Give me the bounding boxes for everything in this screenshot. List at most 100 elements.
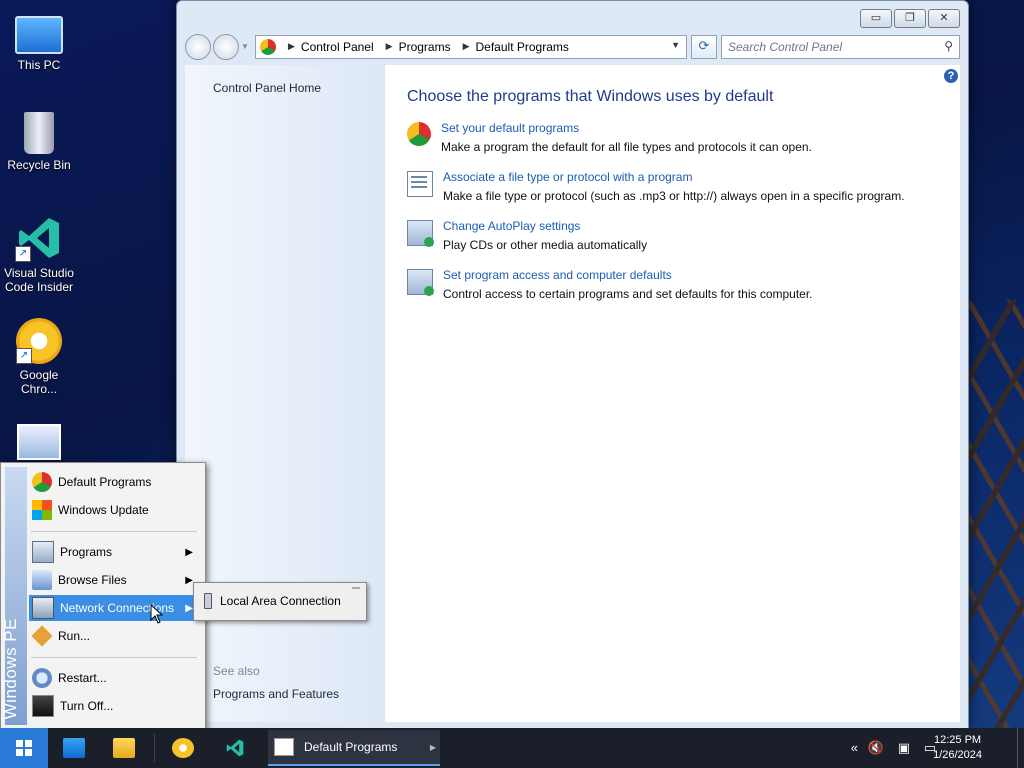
autoplay-settings-link[interactable]: Change AutoPlay settings xyxy=(443,219,647,233)
menu-item-label: Windows Update xyxy=(58,503,149,517)
desktop-icon-this-pc[interactable]: This PC xyxy=(4,8,74,72)
task-description: Play CDs or other media automatically xyxy=(443,238,648,252)
volume-muted-icon[interactable]: 🔇 xyxy=(868,740,884,756)
program-access-link[interactable]: Set program access and computer defaults xyxy=(443,268,813,282)
chrome-taskbar-icon[interactable] xyxy=(172,738,194,758)
menu-item-network-connections[interactable]: Network Connections ▶ xyxy=(29,595,199,621)
desktop-icon-label: This PC xyxy=(17,58,61,72)
chevron-right-icon: ▶ xyxy=(462,41,470,51)
control-panel-window-icon xyxy=(274,738,294,756)
vscode-taskbar-icon[interactable] xyxy=(224,738,246,758)
menu-item-restart[interactable]: Restart... xyxy=(29,665,199,691)
clock-date: 1/26/2024 xyxy=(933,749,982,761)
start-menu-band: Windows PE xyxy=(1,467,27,725)
show-desktop-button[interactable] xyxy=(1017,728,1024,768)
breadcrumb-default-programs[interactable]: Default Programs xyxy=(476,40,569,54)
chevron-right-icon: ▶ xyxy=(385,41,393,51)
menu-separator xyxy=(31,657,197,658)
run-icon xyxy=(31,625,53,647)
taskbar: Default Programs ▶ « 🔇 ▣ ▭ 12:25 PM 1/26… xyxy=(0,728,1024,768)
help-icon[interactable]: ? xyxy=(944,69,958,83)
menu-separator xyxy=(31,531,197,532)
autoplay-icon xyxy=(407,220,434,247)
desktop-icon-partial[interactable] xyxy=(4,424,74,464)
restore-icon: ❐ xyxy=(905,12,915,24)
vscode-icon: ↗ xyxy=(15,214,63,262)
chevron-right-icon: ▶ xyxy=(288,41,295,51)
menu-item-browse-files[interactable]: Browse Files ▶ xyxy=(29,567,199,593)
menu-item-windows-update[interactable]: Windows Update xyxy=(29,497,199,523)
menu-item-label: Run... xyxy=(58,629,91,643)
windows-logo-icon xyxy=(16,740,32,756)
address-bar[interactable]: ▶ Control Panel ▶ Programs ▶ Default Pro… xyxy=(255,34,687,59)
control-panel-home-link[interactable]: Control Panel Home xyxy=(213,81,321,95)
file-explorer-icon[interactable] xyxy=(113,738,135,758)
file-association-icon xyxy=(407,171,433,197)
refresh-button[interactable]: ⟳ xyxy=(691,34,717,59)
associate-file-type-link[interactable]: Associate a file type or protocol with a… xyxy=(443,170,905,184)
breadcrumb-programs[interactable]: Programs xyxy=(399,40,451,54)
see-also-label: See also xyxy=(213,664,260,678)
computer-icon xyxy=(15,16,63,54)
main-pane: ? Choose the programs that Windows uses … xyxy=(385,65,960,722)
shortcut-arrow-icon: ↗ xyxy=(15,246,31,262)
restart-icon xyxy=(32,668,52,688)
menu-item-run[interactable]: Run... xyxy=(29,623,199,649)
left-pane: Control Panel Home See also Programs and… xyxy=(185,65,385,722)
recycle-bin-icon xyxy=(24,112,54,154)
close-button[interactable]: ✕ xyxy=(928,9,960,28)
submenu-arrow-icon: ▶ xyxy=(185,602,193,614)
menu-item-default-programs[interactable]: Default Programs xyxy=(29,469,199,495)
search-input[interactable]: Search Control Panel ⚲ xyxy=(721,34,960,59)
start-menu: Windows PE Default Programs Windows Upda… xyxy=(0,462,206,730)
menu-item-label: Programs xyxy=(60,545,113,559)
breadcrumb-control-panel[interactable]: Control Panel xyxy=(301,40,374,54)
chevron-right-icon: ▶ xyxy=(429,742,436,752)
windows-pe-label: Windows PE xyxy=(1,617,20,719)
submenu-arrow-icon: ▶ xyxy=(185,574,193,586)
network-plug-icon xyxy=(204,593,212,609)
menu-item-label: Restart... xyxy=(58,671,107,685)
recent-pages-dropdown[interactable]: ▼ xyxy=(241,42,251,51)
menu-item-label: Browse Files xyxy=(58,573,127,587)
clock[interactable]: 12:25 PM 1/26/2024 xyxy=(933,733,982,763)
page-title: Choose the programs that Windows uses by… xyxy=(407,88,774,105)
menu-item-local-area-connection[interactable]: Local Area Connection xyxy=(198,591,348,611)
task-description: Control access to certain programs and s… xyxy=(443,287,813,301)
program-access-icon xyxy=(407,269,434,296)
start-button[interactable] xyxy=(0,728,48,768)
desktop-icon-label: Google Chro... xyxy=(19,368,59,396)
back-button[interactable] xyxy=(185,33,211,60)
chrome-icon: ↗ xyxy=(16,318,62,364)
forward-button[interactable] xyxy=(213,33,239,60)
submenu-arrow-icon: ▶ xyxy=(185,546,193,558)
taskbar-item-label: Default Programs xyxy=(304,740,398,754)
menu-item-turn-off[interactable]: Turn Off... xyxy=(29,693,199,719)
search-placeholder: Search Control Panel xyxy=(728,39,843,54)
programs-and-features-link[interactable]: Programs and Features xyxy=(213,687,339,701)
task-description: Make a file type or protocol (such as .m… xyxy=(443,189,905,203)
desktop-icon-label: Visual Studio Code Insider xyxy=(4,266,74,294)
desktop-icon-vscode[interactable]: ↗ Visual Studio Code Insider xyxy=(4,214,74,294)
content-area: Control Panel Home See also Programs and… xyxy=(185,65,960,722)
minimize-button[interactable]: ▭ xyxy=(860,9,892,28)
desktop-pin-icon[interactable] xyxy=(63,738,85,758)
set-default-programs-link[interactable]: Set your default programs xyxy=(441,121,812,135)
address-dropdown-icon[interactable]: ▼ xyxy=(671,40,680,50)
network-submenu: Local Area Connection xyxy=(193,582,367,621)
maximize-button[interactable]: ❐ xyxy=(894,9,926,28)
taskbar-item-default-programs[interactable]: Default Programs ▶ xyxy=(268,730,440,766)
control-panel-icon xyxy=(260,38,276,55)
title-bar[interactable]: ▭ ❐ ✕ xyxy=(177,1,968,33)
desktop-icon-recycle-bin[interactable]: Recycle Bin xyxy=(4,112,74,172)
menu-item-label: Local Area Connection xyxy=(220,594,341,608)
default-programs-icon xyxy=(32,472,52,492)
show-hidden-icons-chevron-icon[interactable]: « xyxy=(851,740,858,755)
network-icon xyxy=(32,597,54,619)
search-icon[interactable]: ⚲ xyxy=(944,39,953,53)
close-icon: ✕ xyxy=(939,12,949,24)
desktop-icon-chrome[interactable]: ↗ Google Chro... xyxy=(4,318,74,396)
turn-off-icon xyxy=(32,695,54,717)
menu-item-programs[interactable]: Programs ▶ xyxy=(29,539,199,565)
network-tray-icon[interactable]: ▣ xyxy=(898,740,910,756)
